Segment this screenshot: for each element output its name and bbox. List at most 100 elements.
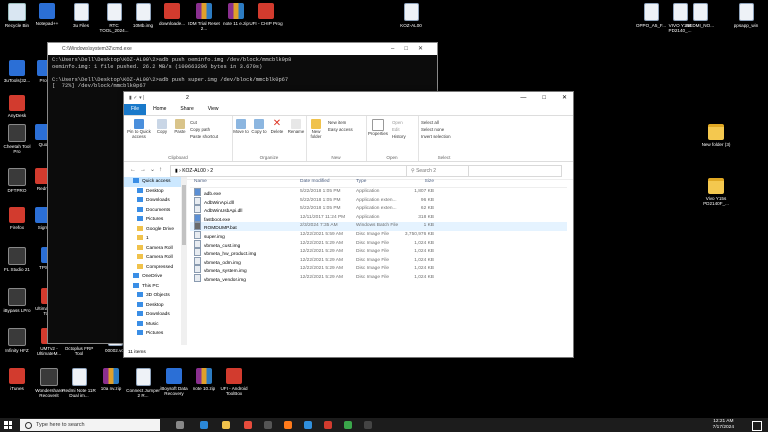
history-button[interactable]: History bbox=[392, 134, 406, 139]
col-name[interactable]: Name bbox=[194, 177, 207, 187]
nav-item[interactable]: Downloads bbox=[124, 310, 182, 320]
desktop-icon[interactable]: New folder (3) bbox=[699, 124, 733, 147]
nav-item[interactable]: This PC bbox=[124, 282, 182, 292]
delete-button[interactable]: ✕ Delete bbox=[269, 119, 285, 135]
move-to-button[interactable]: Move to bbox=[233, 119, 249, 135]
desktop-icon[interactable]: Notepad++ bbox=[30, 3, 64, 26]
explorer-title-bar[interactable]: ▮ ✓ ▾ | 2 — □ ✕ bbox=[124, 92, 573, 104]
desktop-icon[interactable]: ppsapp_win bbox=[729, 3, 763, 28]
file-row[interactable]: AdbWinApi.dll 5/22/2018 1:05 PM Applicatio… bbox=[190, 196, 567, 206]
paste-button[interactable]: Paste bbox=[172, 119, 188, 135]
close-icon[interactable]: ✕ bbox=[562, 92, 567, 104]
col-date[interactable]: Date modified bbox=[300, 177, 330, 187]
paste-shortcut-button[interactable]: Paste shortcut bbox=[190, 134, 218, 139]
breadcrumb-2[interactable]: 2 bbox=[210, 168, 213, 174]
properties-button[interactable]: Properties bbox=[367, 119, 389, 137]
nav-arrows[interactable]: ←→⌄↑ bbox=[130, 166, 166, 173]
desktop-icon[interactable]: AnyDesk bbox=[0, 95, 34, 118]
desktop-icon[interactable]: OPPO_A5_F... bbox=[634, 3, 668, 28]
nav-item[interactable]: Desktop bbox=[124, 187, 182, 197]
col-size[interactable]: Size bbox=[404, 177, 434, 187]
edge-icon[interactable] bbox=[200, 421, 208, 429]
nav-item[interactable]: Pictures bbox=[124, 215, 182, 225]
easy-access-button[interactable]: Easy access bbox=[328, 127, 353, 132]
app-icon-2[interactable] bbox=[324, 421, 332, 429]
clock[interactable]: 12:21 AM 7/17/2024 bbox=[713, 419, 734, 431]
minimize-icon[interactable]: — bbox=[520, 92, 526, 104]
nav-item[interactable]: 1 bbox=[124, 234, 182, 244]
chrome-icon[interactable] bbox=[244, 421, 252, 429]
nav-item[interactable]: Quick access bbox=[124, 177, 182, 187]
pin-button[interactable]: Pin to Quick access bbox=[126, 119, 152, 140]
nav-item[interactable]: Documents bbox=[124, 206, 182, 216]
desktop-icon[interactable]: Wondershare Recoverit bbox=[32, 368, 66, 398]
desktop-icon[interactable]: UFI - CHIP Prog bbox=[249, 3, 283, 26]
app-icon-3[interactable] bbox=[344, 421, 352, 429]
nav-item[interactable]: Camera Roll bbox=[124, 253, 182, 263]
select-none-button[interactable]: Select none bbox=[421, 127, 444, 132]
nav-item[interactable]: OneDrive bbox=[124, 272, 182, 282]
tab-share[interactable]: Share bbox=[173, 104, 200, 115]
nav-scrollbar[interactable] bbox=[181, 177, 187, 345]
new-folder-button[interactable]: New folder bbox=[308, 119, 324, 140]
file-row[interactable]: vbmeta_odm.img 12/22/2021 5:29 AM Disc Ima… bbox=[190, 256, 567, 266]
file-row[interactable]: adb.exe 5/22/2018 1:05 PM Application 1,807… bbox=[190, 188, 567, 197]
maximize-icon[interactable]: □ bbox=[542, 92, 546, 104]
nav-item[interactable]: 3D Objects bbox=[124, 291, 182, 301]
desktop-icon[interactable]: iBypass LPro bbox=[0, 288, 34, 313]
desktop-icon[interactable]: iBoysoft Data Recovery bbox=[157, 368, 191, 396]
copy-to-button[interactable]: Copy to bbox=[251, 119, 267, 135]
rename-button[interactable]: Rename bbox=[287, 119, 305, 135]
desktop-icon[interactable]: UFI - Android ToolBox bbox=[217, 368, 251, 396]
nav-item[interactable]: Pictures bbox=[124, 329, 182, 339]
notification-icon[interactable] bbox=[752, 421, 762, 431]
nav-item[interactable]: Desktop bbox=[124, 301, 182, 311]
invert-selection-button[interactable]: Invert selection bbox=[421, 134, 451, 139]
breadcrumb-koz[interactable]: KOZ-AL00 bbox=[182, 168, 206, 174]
nav-scroll-thumb[interactable] bbox=[182, 185, 186, 245]
windows-start-icon[interactable] bbox=[4, 421, 12, 429]
edit-button[interactable]: Edit bbox=[392, 127, 400, 132]
desktop-icon[interactable]: note 10.zip bbox=[187, 368, 221, 391]
app-icon-1[interactable] bbox=[304, 421, 312, 429]
desktop-icon[interactable]: 3u Files bbox=[64, 3, 98, 28]
search-input[interactable]: ⚲ Search 2 bbox=[406, 165, 562, 177]
cmd-window-controls[interactable]: –□✕ bbox=[391, 43, 433, 55]
desktop-icon[interactable]: 10a nv.zip bbox=[94, 368, 128, 391]
file-row[interactable]: vbmeta_hw_product.img 12/22/2021 5:29 AM D… bbox=[190, 248, 567, 257]
tab-home[interactable]: Home bbox=[146, 104, 173, 115]
desktop-icon[interactable]: note 11 e.zip bbox=[219, 3, 253, 26]
new-item-button[interactable]: New item bbox=[328, 120, 346, 125]
cut-button[interactable]: Cut bbox=[190, 120, 197, 125]
store-icon[interactable] bbox=[264, 421, 272, 429]
quick-access-toolbar[interactable]: ▮ ✓ ▾ | bbox=[129, 92, 144, 104]
nav-item[interactable]: Downloads bbox=[124, 196, 182, 206]
select-all-button[interactable]: Select all bbox=[421, 120, 439, 125]
copy-button[interactable]: Copy bbox=[154, 119, 170, 135]
file-row[interactable]: vbmeta_cust.img 12/22/2021 5:29 AM Disc Im… bbox=[190, 239, 567, 249]
desktop-icon[interactable]: KOZ-AL00 bbox=[394, 3, 428, 28]
desktop-icon[interactable]: Connect Jumper 2 R... bbox=[126, 368, 160, 398]
file-row[interactable]: super.img 12/22/2021 5:59 AM Disc Image Fi… bbox=[190, 230, 567, 240]
nav-item[interactable]: Google Drive bbox=[124, 225, 182, 235]
file-row[interactable]: vbmeta_system.img 12/22/2021 5:29 AM Disc … bbox=[190, 265, 567, 274]
col-type[interactable]: Type bbox=[356, 177, 366, 187]
file-row[interactable]: fastboot.exe 12/11/2017 11:24 PM Applicati… bbox=[190, 213, 567, 223]
explorer-window[interactable]: ▮ ✓ ▾ | 2 — □ ✕ File Home Share View Pin… bbox=[123, 91, 574, 358]
file-row[interactable]: ROMDUMP.bat 2/3/2024 7:35 AM Windows Batch… bbox=[190, 222, 567, 231]
desktop-icon[interactable]: REDMI_NO... bbox=[683, 3, 717, 28]
desktop-icon[interactable]: Redmi Note 11R Dual im... bbox=[62, 368, 96, 398]
nav-item[interactable]: Camera Roll bbox=[124, 244, 182, 254]
window-controls[interactable]: — □ ✕ bbox=[520, 92, 567, 104]
file-row[interactable]: AdbWinUsbApi.dll 5/22/2018 1:05 PM Applica… bbox=[190, 205, 567, 214]
desktop-icon[interactable]: downloade... bbox=[155, 3, 189, 26]
open-button[interactable]: Open bbox=[392, 120, 403, 125]
cmd-title-bar[interactable]: C:\Windows\system32\cmd.exe –□✕ bbox=[48, 43, 437, 55]
desktop-icon[interactable]: Infinity HFZ bbox=[0, 328, 34, 353]
tab-view[interactable]: View bbox=[201, 104, 226, 115]
task-view-icon[interactable] bbox=[176, 421, 184, 429]
desktop-icon[interactable]: Vivo Y15s PD2140F_... bbox=[699, 178, 733, 206]
copy-path-button[interactable]: Copy path bbox=[190, 127, 210, 132]
cmd-icon[interactable] bbox=[364, 421, 372, 429]
desktop-icon[interactable]: FL Studio 21 bbox=[0, 247, 34, 272]
